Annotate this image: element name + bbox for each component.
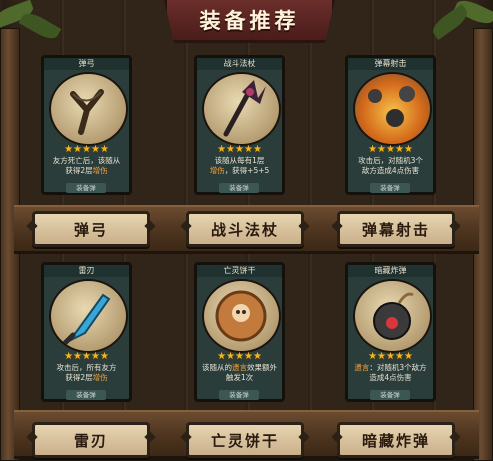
card-title: 暗藏炸弹 — [348, 265, 433, 277]
card-title: 雷刃 — [44, 265, 129, 277]
equipment-card-battle-staff[interactable]: 战斗法杖 ★★★★★ 该随从每有1层 增伤，获得+5+5 装备弹 — [194, 55, 285, 195]
card-tag: 装备弹 — [219, 183, 259, 193]
card-description: 遗言：对随机3个敌方造成4点伤害 — [354, 363, 427, 382]
star-rating: ★★★★★ — [64, 144, 109, 155]
label-barrage-button[interactable]: 弹幕射击 — [337, 211, 455, 247]
hidden-bomb-icon — [353, 279, 432, 353]
card-tag: 装备弹 — [66, 390, 106, 400]
slingshot-icon — [49, 72, 128, 146]
card-description: 友方死亡后，该随从 获得2层增伤 — [52, 156, 121, 175]
equipment-card-thunder-blade[interactable]: 雷刃 ★★★★★ 攻击后，所有友方 获得2层增伤 装备弹 — [41, 262, 132, 402]
card-title: 亡灵饼干 — [197, 265, 282, 277]
card-title: 战斗法杖 — [197, 58, 282, 70]
undead-cookie-icon — [202, 279, 281, 353]
card-title: 弹幕射击 — [348, 58, 433, 70]
card-description: 该随从的遗言效果额外触发1次 — [202, 363, 277, 382]
title-banner: 装备推荐 — [164, 0, 335, 43]
equipment-card-barrage[interactable]: 弹幕射击 ★★★★★ 攻击后，对随机3个 敌方造成4点伤害 装备弹 — [345, 55, 436, 195]
star-rating: ★★★★★ — [217, 144, 262, 155]
equipment-card-slingshot[interactable]: 弹弓 ★★★★★ 友方死亡后，该随从 获得2层增伤 装备弹 — [41, 55, 132, 195]
thunder-blade-icon — [49, 279, 128, 353]
star-rating: ★★★★★ — [64, 351, 109, 362]
label-hidden-bomb-button[interactable]: 暗藏炸弹 — [337, 422, 455, 458]
barrage-icon — [353, 72, 432, 146]
label-battle-staff-button[interactable]: 战斗法杖 — [186, 211, 304, 247]
card-tag: 装备弹 — [66, 183, 106, 193]
card-description: 攻击后，所有友方 获得2层增伤 — [56, 363, 117, 382]
star-rating: ★★★★★ — [368, 144, 413, 155]
label-slingshot-button[interactable]: 弹弓 — [32, 211, 150, 247]
label-thunder-blade-button[interactable]: 雷刃 — [32, 422, 150, 458]
equipment-card-hidden-bomb[interactable]: 暗藏炸弹 ★★★★★ 遗言：对随机3个敌方造成4点伤害 装备弹 — [345, 262, 436, 402]
label-undead-cookie-button[interactable]: 亡灵饼干 — [186, 422, 304, 458]
card-description: 该随从每有1层 增伤，获得+5+5 — [209, 156, 270, 175]
card-tag: 装备弹 — [219, 390, 259, 400]
card-tag: 装备弹 — [370, 390, 410, 400]
equipment-card-undead-cookie[interactable]: 亡灵饼干 ★★★★★ 该随从的遗言效果额外触发1次 装备弹 — [194, 262, 285, 402]
star-rating: ★★★★★ — [217, 351, 262, 362]
card-title: 弹弓 — [44, 58, 129, 70]
page-title: 装备推荐 — [199, 9, 300, 33]
card-tag: 装备弹 — [370, 183, 410, 193]
star-rating: ★★★★★ — [368, 351, 413, 362]
battle-staff-icon — [202, 72, 281, 146]
card-description: 攻击后，对随机3个 敌方造成4点伤害 — [358, 156, 423, 175]
